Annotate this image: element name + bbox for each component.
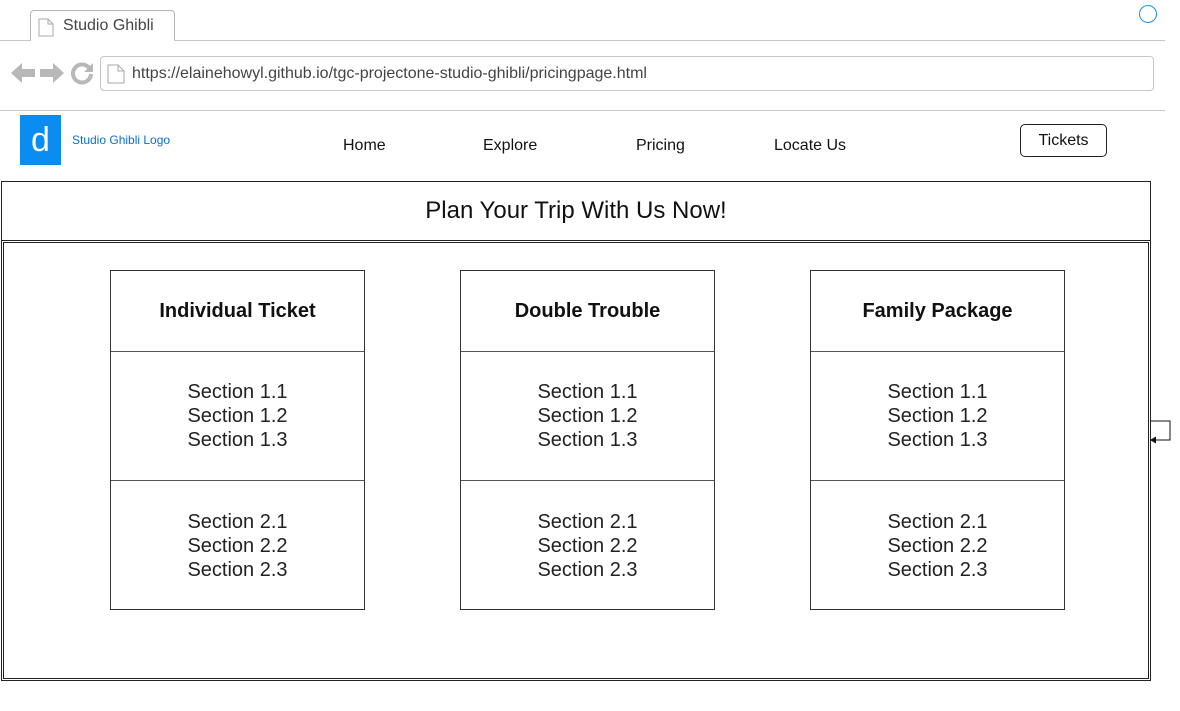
tab-title: Studio Ghibli bbox=[63, 17, 154, 34]
document-icon bbox=[107, 64, 125, 84]
nav-link-explore[interactable]: Explore bbox=[483, 137, 537, 155]
pricing-card-family[interactable]: Family Package Section 1.1 Section 1.2 S… bbox=[810, 270, 1065, 610]
section-line: Section 1.2 bbox=[887, 405, 988, 427]
card-section-1: Section 1.1 Section 1.2 Section 1.3 bbox=[811, 352, 1064, 481]
card-section-1: Section 1.1 Section 1.2 Section 1.3 bbox=[461, 352, 714, 481]
section-line: Section 2.2 bbox=[187, 534, 288, 557]
section-line: Section 2.1 bbox=[537, 510, 638, 533]
document-icon bbox=[38, 18, 54, 37]
pricing-card-double[interactable]: Double Trouble Section 1.1 Section 1.2 S… bbox=[460, 270, 715, 610]
forward-icon[interactable] bbox=[39, 61, 65, 85]
card-title: Family Package bbox=[811, 271, 1064, 352]
card-section-2: Section 2.1 Section 2.2 Section 2.3 bbox=[461, 481, 714, 610]
window-control-circle[interactable] bbox=[1139, 5, 1157, 23]
tab-strip-divider bbox=[0, 40, 1165, 41]
url-text: https://elainehowyl.github.io/tgc-projec… bbox=[132, 65, 647, 82]
section-line: Section 2.1 bbox=[887, 510, 988, 533]
tickets-button[interactable]: Tickets bbox=[1020, 124, 1107, 157]
site-logo[interactable]: d bbox=[20, 115, 61, 165]
section-line: Section 1.3 bbox=[537, 429, 638, 451]
address-bar[interactable]: https://elainehowyl.github.io/tgc-projec… bbox=[100, 56, 1154, 91]
section-line: Section 2.1 bbox=[187, 510, 288, 533]
pricing-card-individual[interactable]: Individual Ticket Section 1.1 Section 1.… bbox=[110, 270, 365, 610]
back-icon[interactable] bbox=[10, 61, 36, 85]
section-line: Section 2.3 bbox=[537, 558, 638, 581]
section-line: Section 1.1 bbox=[187, 381, 288, 403]
nav-link-home[interactable]: Home bbox=[343, 137, 386, 155]
reload-icon[interactable] bbox=[70, 61, 94, 85]
section-line: Section 1.2 bbox=[537, 405, 638, 427]
chrome-divider bbox=[0, 110, 1165, 111]
section-line: Section 2.2 bbox=[887, 534, 988, 557]
logo-text[interactable]: Studio Ghibli Logo bbox=[72, 133, 170, 147]
section-line: Section 1.3 bbox=[887, 429, 988, 451]
card-section-2: Section 2.1 Section 2.2 Section 2.3 bbox=[111, 481, 364, 610]
card-section-2: Section 2.1 Section 2.2 Section 2.3 bbox=[811, 481, 1064, 610]
section-line: Section 1.1 bbox=[887, 381, 988, 403]
section-line: Section 2.2 bbox=[537, 534, 638, 557]
section-line: Section 1.2 bbox=[187, 405, 288, 427]
card-title: Double Trouble bbox=[461, 271, 714, 352]
nav-link-locate-us[interactable]: Locate Us bbox=[774, 137, 846, 155]
section-line: Section 1.3 bbox=[187, 429, 288, 451]
section-line: Section 2.3 bbox=[187, 558, 288, 581]
nav-link-pricing[interactable]: Pricing bbox=[636, 137, 685, 155]
card-section-1: Section 1.1 Section 1.2 Section 1.3 bbox=[111, 352, 364, 481]
section-line: Section 1.1 bbox=[537, 381, 638, 403]
page-banner: Plan Your Trip With Us Now! bbox=[1, 181, 1151, 241]
connector-arrow-icon bbox=[1150, 420, 1171, 444]
page-title: Plan Your Trip With Us Now! bbox=[425, 197, 727, 224]
browser-tab[interactable]: Studio Ghibli bbox=[30, 10, 175, 41]
section-line: Section 2.3 bbox=[887, 558, 988, 581]
card-title: Individual Ticket bbox=[111, 271, 364, 352]
